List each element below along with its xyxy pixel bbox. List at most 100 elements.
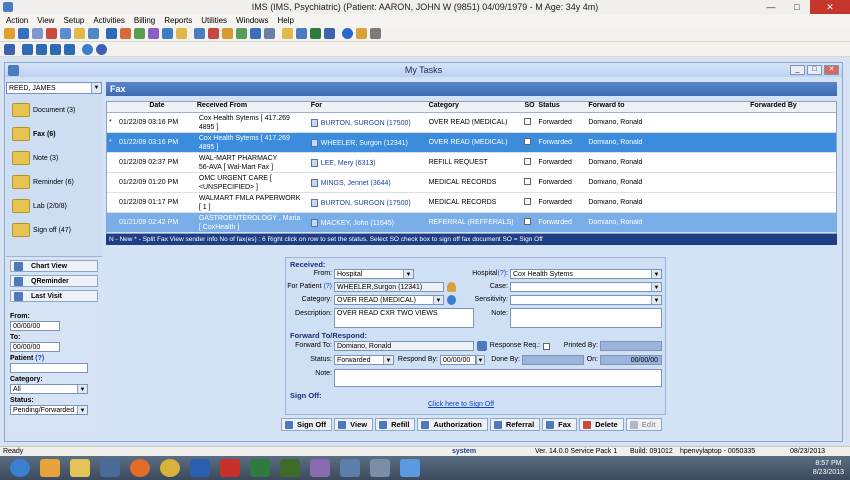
authorization-button[interactable]: Authorization xyxy=(417,418,488,431)
report-icon[interactable] xyxy=(194,28,205,39)
exit-icon[interactable] xyxy=(370,28,381,39)
folder-icon[interactable] xyxy=(74,28,85,39)
last-visit-button[interactable]: Last Visit xyxy=(10,290,98,302)
minimize-button[interactable]: — xyxy=(758,0,784,14)
sensitivity-select[interactable]: ▼ xyxy=(510,295,662,305)
next-record-icon[interactable] xyxy=(50,43,61,55)
row-for[interactable]: BURTON, SURGON (17500) xyxy=(321,119,411,126)
col-status[interactable]: Status xyxy=(536,102,586,112)
patient-help-link[interactable]: (?) xyxy=(35,355,44,362)
tasks-minimize-button[interactable]: _ xyxy=(790,65,805,75)
calendar-icon[interactable] xyxy=(222,28,233,39)
col-received-from[interactable]: Received From xyxy=(195,102,309,112)
menu-setup[interactable]: Setup xyxy=(63,16,84,25)
snipping-tool-icon[interactable] xyxy=(340,459,360,477)
app-window-icon[interactable] xyxy=(370,459,390,477)
menu-windows[interactable]: Windows xyxy=(236,16,268,25)
table-row-selected[interactable]: * 01/22/09 03:16 PM Cox Health Sytems [ … xyxy=(107,133,836,153)
response-req-checkbox[interactable] xyxy=(543,343,550,350)
menu-activities[interactable]: Activities xyxy=(93,16,125,25)
save-icon[interactable] xyxy=(4,43,15,55)
case-select[interactable]: ▼ xyxy=(510,282,662,292)
maximize-button[interactable]: □ xyxy=(784,0,810,14)
word-icon[interactable] xyxy=(190,459,210,477)
nav-document[interactable]: Document (3) xyxy=(6,98,102,122)
paint-icon[interactable] xyxy=(310,459,330,477)
file-explorer-icon[interactable] xyxy=(70,459,90,477)
first-record-icon[interactable] xyxy=(22,43,33,55)
description-textarea[interactable]: OVER READ CXR TWO VIEWS xyxy=(334,308,474,328)
lock-icon[interactable] xyxy=(356,28,367,39)
row-for[interactable]: MINGS, Jennet (3644) xyxy=(321,179,391,186)
table-row[interactable]: 01/22/09 02:37 PM WAL-MART PHARMACY 56-AV… xyxy=(107,153,836,173)
pdf-icon[interactable] xyxy=(208,28,219,39)
row-sign-off-checkbox[interactable] xyxy=(524,158,532,165)
chevron-down-icon[interactable]: ▼ xyxy=(651,270,661,278)
chevron-down-icon[interactable]: ▼ xyxy=(651,296,661,304)
internet-explorer-icon[interactable] xyxy=(10,459,30,477)
letter-icon[interactable] xyxy=(250,28,261,39)
sign-off-link[interactable]: Click here to Sign Off xyxy=(428,401,494,408)
dreamweaver-icon[interactable] xyxy=(280,459,300,477)
word-icon[interactable] xyxy=(296,28,307,39)
chart-icon[interactable] xyxy=(46,28,57,39)
table-row[interactable]: * 01/22/09 03:16 PM Cox Health Sytems [ … xyxy=(107,113,836,133)
category-edit-icon[interactable] xyxy=(447,295,456,305)
col-date[interactable]: Date xyxy=(117,102,195,112)
fax-button[interactable]: Fax xyxy=(542,418,578,431)
refill-button[interactable]: Refill xyxy=(375,418,416,431)
row-sign-off-checkbox[interactable] xyxy=(524,198,532,205)
reminder-icon[interactable] xyxy=(176,28,187,39)
row-for[interactable]: WHEELER, Surgon (12341) xyxy=(321,139,408,146)
acrobat-icon[interactable] xyxy=(220,459,240,477)
from-source-select[interactable]: Hospital ▼ xyxy=(334,269,414,279)
chevron-down-icon[interactable]: ▼ xyxy=(403,270,413,278)
menu-reports[interactable]: Reports xyxy=(164,16,192,25)
billing-icon[interactable] xyxy=(120,28,131,39)
ims-taskbar-icon[interactable] xyxy=(400,459,420,477)
rx-icon[interactable] xyxy=(148,28,159,39)
tasks-close-button[interactable]: ✕ xyxy=(824,65,839,75)
chevron-down-icon[interactable]: ▼ xyxy=(77,385,87,393)
status-field-select[interactable]: Forwarded ▼ xyxy=(334,355,394,365)
status-select[interactable]: Pending/Forwarded ▼ xyxy=(10,405,88,415)
row-sign-off-checkbox[interactable] xyxy=(524,178,532,185)
col-so[interactable]: SO xyxy=(522,102,536,112)
excel-icon[interactable] xyxy=(250,459,270,477)
patient-input[interactable] xyxy=(10,363,88,373)
outlook-icon[interactable] xyxy=(40,459,60,477)
chevron-down-icon[interactable]: ▼ xyxy=(91,83,101,93)
chevron-down-icon[interactable]: ▼ xyxy=(433,296,443,304)
fax-document-icon[interactable] xyxy=(310,158,318,167)
schedule-icon[interactable] xyxy=(32,28,43,39)
hospital-select[interactable]: Cox Health Sytems ▼ xyxy=(510,269,662,279)
chevron-down-icon[interactable]: ▼ xyxy=(476,355,485,365)
excel-icon[interactable] xyxy=(310,28,321,39)
forward-note-textarea[interactable] xyxy=(334,369,662,387)
fax-document-icon[interactable] xyxy=(310,218,318,227)
row-sign-off-checkbox[interactable] xyxy=(524,118,532,125)
previous-record-icon[interactable] xyxy=(36,43,47,55)
message-icon[interactable] xyxy=(236,28,247,39)
nav-lab[interactable]: Lab (2/0/8) xyxy=(6,194,102,218)
nav-note[interactable]: Note (3) xyxy=(6,146,102,170)
table-row[interactable]: 01/22/09 01:17 PM WALMART FMLA PAPERWORK… xyxy=(107,193,836,213)
respond-by-input[interactable]: 00/00/00 xyxy=(440,355,476,365)
cancel-icon[interactable] xyxy=(96,43,107,55)
remote-desktop-icon[interactable] xyxy=(100,459,120,477)
col-forward-to[interactable]: Forward to xyxy=(586,102,748,112)
menu-billing[interactable]: Billing xyxy=(134,16,155,25)
category-select[interactable]: All ▼ xyxy=(10,384,88,394)
fax-document-icon[interactable] xyxy=(310,118,318,127)
lab-icon[interactable] xyxy=(134,28,145,39)
table-row[interactable]: 01/22/09 01:20 PM OMC URGENT CARE [<UNSP… xyxy=(107,173,836,193)
qreminder-button[interactable]: QReminder xyxy=(10,275,98,287)
col-category[interactable]: Category xyxy=(427,102,523,112)
fax-icon[interactable] xyxy=(162,28,173,39)
forward-to-field[interactable]: Domiano, Ronald xyxy=(334,341,474,351)
chrome-icon[interactable] xyxy=(160,459,180,477)
note-textarea[interactable] xyxy=(510,308,662,328)
forward-lookup-icon[interactable] xyxy=(477,341,487,351)
document-icon[interactable] xyxy=(60,28,71,39)
patient-lookup-icon[interactable] xyxy=(447,282,456,292)
